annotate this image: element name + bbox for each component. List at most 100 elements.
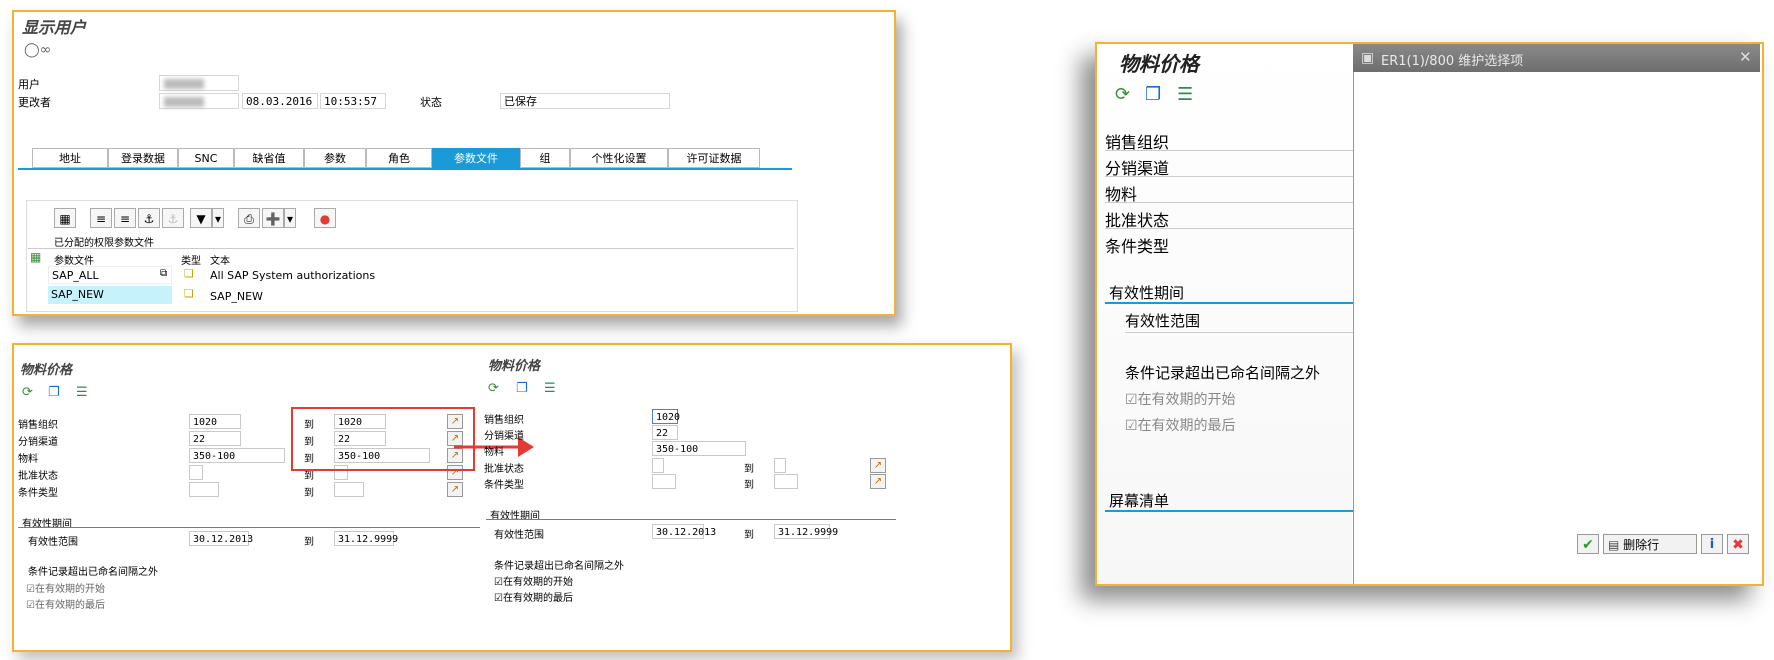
tab-snc[interactable]: SNC [178,148,234,168]
multiple-selection-icon[interactable]: ↗ [447,482,463,497]
list-icon[interactable]: ☰ [1177,84,1193,105]
cond-heading: 条件记录超出已命名间隔之外 [28,567,158,578]
tab-license-data[interactable]: 许可证数据 [668,148,760,168]
list-icon[interactable]: ☰ [76,385,88,400]
tab-groups[interactable]: 组 [520,148,570,168]
cond-heading: 条件记录超出已命名间隔之外 [1125,364,1321,382]
changed-by-label: 更改者 [18,96,51,109]
info-icon[interactable]: i [1701,534,1723,554]
col-profile: 参数文件 [54,256,94,267]
tab-address[interactable]: 地址 [32,148,108,168]
validity-from[interactable]: 30.12.2013 [189,531,253,546]
condition-type-to[interactable] [774,474,798,489]
variant-icon[interactable]: ❐ [48,385,60,400]
zoom-panel: 物料价格 ⟳ ❐ ☰ 销售组织 分销渠道 物料 批准状态 条件类型 有效性期间 … [1095,42,1764,586]
filter-icon[interactable]: ▼ [190,208,212,228]
validity-section: 有效性期间 [1109,284,1185,302]
material-from[interactable]: 350-100 [652,441,746,456]
checkbox-end[interactable]: ☑在有效期的最后 [1125,415,1236,435]
sort-asc-icon[interactable]: ≡ [90,208,112,228]
approval-status-label: 批准状态 [18,471,58,482]
find-icon[interactable]: ⚓ [138,208,160,228]
checkbox-start[interactable]: ☑在有效期的开始 [494,573,573,588]
checkbox-icon: ☑ [494,593,503,604]
filter-dropdown-icon[interactable]: ▾ [212,208,224,228]
value-help-icon[interactable]: ⧉ [160,268,167,279]
validity-to[interactable]: 31.12.9999 [334,531,398,546]
select-all-icon[interactable]: ▦ [30,250,41,264]
export-icon[interactable]: ➕ [262,208,284,228]
execute-icon[interactable]: ⟳ [488,381,499,396]
section-underline [1105,510,1353,512]
approval-status-from[interactable] [189,465,203,480]
validity-range-label: 有效性范围 [494,530,544,541]
layout-icon[interactable]: ● [314,208,336,228]
sales-org-from[interactable]: 1020 [189,414,241,429]
material-from[interactable]: 350-100 [189,448,285,463]
status-field[interactable]: 已保存 [500,93,670,109]
validity-to[interactable]: 31.12.9999 [774,524,838,539]
condition-type-label: 条件类型 [18,488,58,499]
date-field[interactable]: 08.03.2016 [242,93,318,109]
changed-by-field[interactable] [159,93,239,109]
execute-icon[interactable]: ⟳ [22,385,33,400]
condition-type-from[interactable] [189,482,219,497]
checkbox-end[interactable]: ☑在有效期的最后 [494,589,573,604]
time-field[interactable]: 10:53:57 [320,93,386,109]
dist-channel-from[interactable]: 22 [189,431,241,446]
variant-icon[interactable]: ❐ [516,381,528,396]
variant-icon[interactable]: ❐ [1145,84,1161,105]
checkbox-label: 在有效期的开始 [502,577,573,588]
sales-org-from[interactable]: 1020 [652,409,680,424]
validity-from[interactable]: 30.12.2013 [652,524,716,539]
checkbox-start[interactable]: ☑在有效期的开始 [26,580,105,595]
condition-type-to[interactable] [334,482,364,497]
execute-icon[interactable]: ⟳ [1115,84,1130,105]
right-title: 物料价格 [488,359,541,374]
checkbox-end[interactable]: ☑在有效期的最后 [26,596,105,611]
material-label: 物料 [484,447,504,458]
tab-parameters[interactable]: 参数 [304,148,366,168]
to-label: 到 [744,530,754,541]
section-underline [486,519,896,520]
tab-logon-data[interactable]: 登录数据 [108,148,178,168]
find-next-icon[interactable]: ⚓ [162,208,184,228]
dist-channel-from[interactable]: 22 [652,425,678,440]
col-type: 类型 [181,256,201,267]
sort-desc-icon[interactable]: ≡ [114,208,136,228]
list-icon[interactable]: ☰ [544,381,556,396]
highlight-box [291,407,475,471]
multiple-selection-icon[interactable]: ↗ [870,474,886,489]
dialog-title: ER1(1)/800 维护选择项 [1381,54,1524,69]
glasses-icon[interactable]: ◯∞ [24,42,51,58]
checkbox-label: 在有效期的最后 [1137,418,1236,434]
condition-type-from[interactable] [652,474,676,489]
left-title: 物料价格 [20,363,73,378]
multiple-selection-icon[interactable]: ↗ [870,458,886,473]
checkbox-label: 在有效期的最后 [34,600,105,611]
checkbox-icon: ☑ [26,584,35,595]
close-icon[interactable]: ✕ [1739,48,1752,66]
print-icon[interactable]: ⎙ [238,208,260,228]
export-dropdown-icon[interactable]: ▾ [284,208,296,228]
confirm-button[interactable]: ✔ [1577,534,1599,554]
checkbox-start[interactable]: ☑在有效期的开始 [1125,389,1236,409]
tab-defaults[interactable]: 缺省值 [234,148,304,168]
user-field[interactable] [159,75,239,91]
checkbox-label: 在有效期的开始 [34,584,105,595]
cancel-icon[interactable]: ✖ [1727,534,1749,554]
validity-range-label: 有效性范围 [28,537,78,548]
details-icon[interactable]: ▦ [54,208,76,228]
tab-personalization[interactable]: 个性化设置 [570,148,668,168]
delete-row-button[interactable]: ▤ 删除行 [1603,534,1697,554]
cond-heading: 条件记录超出已命名间隔之外 [494,561,624,572]
table-row[interactable]: SAP_ALL [48,266,172,284]
table-row[interactable]: SAP_NEW [48,286,172,304]
tab-profiles[interactable]: 参数文件 [432,148,520,168]
text-cell: All SAP System authorizations [210,269,376,282]
approval-status-to[interactable] [774,458,786,473]
display-user-panel: 显示用户 ◯∞ 用户 更改者 08.03.2016 10:53:57 状态 已保… [12,10,896,316]
approval-status-from[interactable] [652,458,664,473]
dialog [1353,44,1761,584]
tab-roles[interactable]: 角色 [366,148,432,168]
